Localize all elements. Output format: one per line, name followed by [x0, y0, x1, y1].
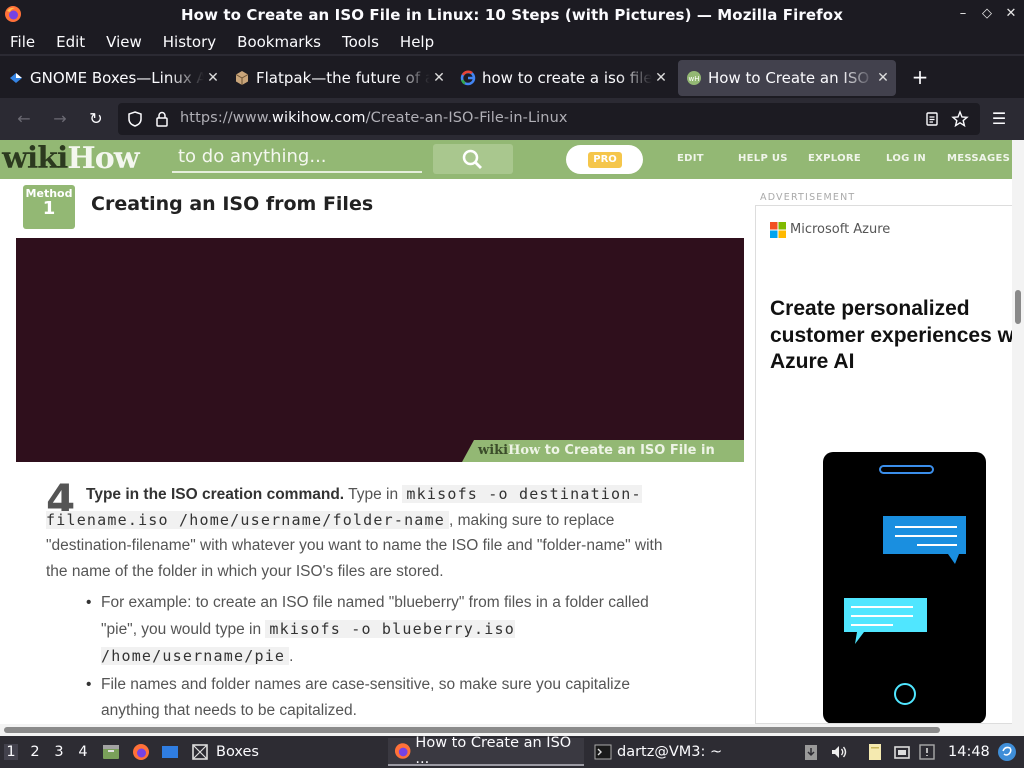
window-titlebar: How to Create an ISO File in Linux: 10 S… — [0, 0, 1024, 30]
advertisement-label: ADVERTISEMENT — [760, 192, 856, 203]
clipboard-icon[interactable] — [802, 743, 820, 761]
phone-illustration — [823, 452, 986, 723]
image-watermark: wikiHow to Create an ISO File in Linux — [462, 440, 744, 462]
navigation-bar: ← → ↻ https://www.wikihow.com/Create-an-… — [0, 98, 1024, 140]
nav-messages[interactable]: MESSAGES — [947, 153, 1010, 164]
tab-gnome-boxes[interactable]: GNOME Boxes—Linux Apps on Flathub ✕ — [0, 60, 226, 96]
boxes-icon — [192, 744, 208, 760]
svg-text:wH: wH — [689, 75, 700, 83]
chat-bubbles-icon — [844, 465, 966, 705]
app-menu-button[interactable]: ☰ — [988, 108, 1010, 130]
list-item: For example: to create an ISO file named… — [86, 590, 686, 670]
step-image[interactable]: wikiHow to Create an ISO File in Linux — [16, 238, 744, 462]
tab-close-button[interactable]: ✕ — [430, 70, 448, 86]
tab-wikihow[interactable]: wH How to Create an ISO File in Linux ✕ — [678, 60, 896, 96]
menu-bookmarks[interactable]: Bookmarks — [227, 33, 332, 51]
method-badge: Method 1 — [23, 185, 75, 229]
bookmark-star-icon[interactable] — [951, 110, 969, 128]
notes-icon[interactable] — [866, 743, 884, 761]
tab-label: GNOME Boxes—Linux Apps on Flathub — [30, 69, 204, 87]
workspace-1[interactable]: 1 — [4, 744, 18, 760]
nav-explore[interactable]: EXPLORE — [808, 153, 861, 164]
menu-edit[interactable]: Edit — [46, 33, 96, 51]
ad-brand: Microsoft Azure — [790, 222, 891, 237]
debian-logo-icon[interactable] — [997, 742, 1017, 762]
task-firefox[interactable]: How to Create an ISO ... — [388, 735, 584, 767]
new-tab-button[interactable]: + — [910, 66, 930, 90]
close-window-button[interactable]: ✕ — [1004, 6, 1018, 22]
task-boxes[interactable]: Boxes — [190, 738, 259, 766]
pro-badge: PRO — [588, 152, 622, 168]
menu-bar: File Edit View History Bookmarks Tools H… — [0, 30, 1024, 54]
network-icon[interactable] — [893, 743, 911, 761]
wikihow-icon: wH — [687, 71, 701, 85]
step-text: Type in the ISO creation command. Type i… — [46, 485, 663, 580]
lock-icon[interactable] — [153, 110, 171, 128]
advertisement[interactable]: Microsoft Azure Create personalized cust… — [755, 205, 1013, 724]
workspace-2[interactable]: 2 — [28, 744, 42, 760]
shield-icon[interactable] — [126, 110, 144, 128]
pro-button[interactable]: PRO — [566, 145, 643, 174]
wikihow-header: wikiHow to do anything... PRO EDIT HELP … — [0, 140, 1012, 179]
menu-tools[interactable]: Tools — [332, 33, 390, 51]
method-title: Creating an ISO from Files — [91, 193, 374, 215]
tab-close-button[interactable]: ✕ — [874, 70, 892, 86]
tab-google-search[interactable]: how to create a iso file in linux - Goog… — [452, 60, 674, 96]
scrollbar-thumb[interactable] — [4, 727, 940, 733]
tab-close-button[interactable]: ✕ — [204, 70, 222, 86]
flatpak-icon — [235, 71, 249, 85]
tab-close-button[interactable]: ✕ — [652, 70, 670, 86]
forward-button[interactable]: → — [49, 108, 71, 130]
workspace-3[interactable]: 3 — [52, 744, 66, 760]
scrollbar-thumb[interactable] — [1015, 290, 1021, 324]
taskbar: 1 2 3 4 Boxes How to Create an ISO ... d… — [0, 735, 1024, 768]
nav-log-in[interactable]: LOG IN — [886, 153, 926, 164]
reload-button[interactable]: ↻ — [85, 108, 107, 130]
terminal-icon — [594, 744, 612, 760]
firefox-launcher-icon[interactable] — [132, 743, 150, 761]
nav-edit[interactable]: EDIT — [677, 153, 704, 164]
task-terminal[interactable]: dartz@VM3: ~ — [594, 738, 722, 766]
tab-flatpak[interactable]: Flatpak—the future of application distri… — [226, 60, 452, 96]
volume-icon[interactable] — [830, 743, 848, 761]
window-title: How to Create an ISO File in Linux: 10 S… — [181, 6, 843, 24]
workspace-4[interactable]: 4 — [76, 744, 90, 760]
tab-label: how to create a iso file in linux - Goog… — [482, 69, 652, 87]
vertical-scrollbar[interactable] — [1012, 140, 1024, 724]
reader-view-icon[interactable] — [923, 110, 941, 128]
step-tips: For example: to create an ISO file named… — [86, 590, 686, 724]
url-bar[interactable]: https://www.wikihow.com/Create-an-ISO-Fi… — [118, 103, 980, 135]
clock[interactable]: 14:48 — [948, 744, 990, 760]
menu-history[interactable]: History — [153, 33, 227, 51]
tab-label: Flatpak—the future of application distri… — [256, 69, 430, 87]
firefox-icon — [5, 6, 21, 22]
minimize-button[interactable]: – — [956, 6, 970, 22]
google-icon — [460, 70, 476, 86]
wikihow-logo[interactable]: wikiHow — [2, 141, 140, 176]
desktop-icon[interactable] — [161, 743, 179, 761]
tab-label: How to Create an ISO File in Linux — [708, 69, 874, 87]
microsoft-logo-icon — [770, 222, 786, 238]
file-manager-icon[interactable] — [102, 743, 120, 761]
maximize-button[interactable]: ◇ — [980, 6, 994, 22]
menu-file[interactable]: File — [0, 33, 46, 51]
menu-help[interactable]: Help — [390, 33, 445, 51]
ad-headline: Create personalized customer experiences… — [770, 297, 1013, 373]
back-button[interactable]: ← — [13, 108, 35, 130]
wikihow-search-button[interactable] — [433, 144, 513, 174]
firefox-icon — [394, 743, 411, 759]
notification-icon[interactable] — [918, 743, 936, 761]
page-content: wikiHow to do anything... PRO EDIT HELP … — [0, 140, 1024, 724]
wikihow-search-input[interactable]: to do anything... — [172, 143, 422, 173]
gnome-boxes-icon — [10, 73, 22, 83]
nav-help-us[interactable]: HELP US — [738, 153, 788, 164]
list-item: File names and folder names are case-sen… — [86, 672, 686, 724]
search-icon — [462, 149, 482, 169]
url-text[interactable]: https://www.wikihow.com/Create-an-ISO-Fi… — [180, 110, 568, 126]
tab-bar: GNOME Boxes—Linux Apps on Flathub ✕ Flat… — [0, 56, 1024, 98]
menu-view[interactable]: View — [96, 33, 153, 51]
